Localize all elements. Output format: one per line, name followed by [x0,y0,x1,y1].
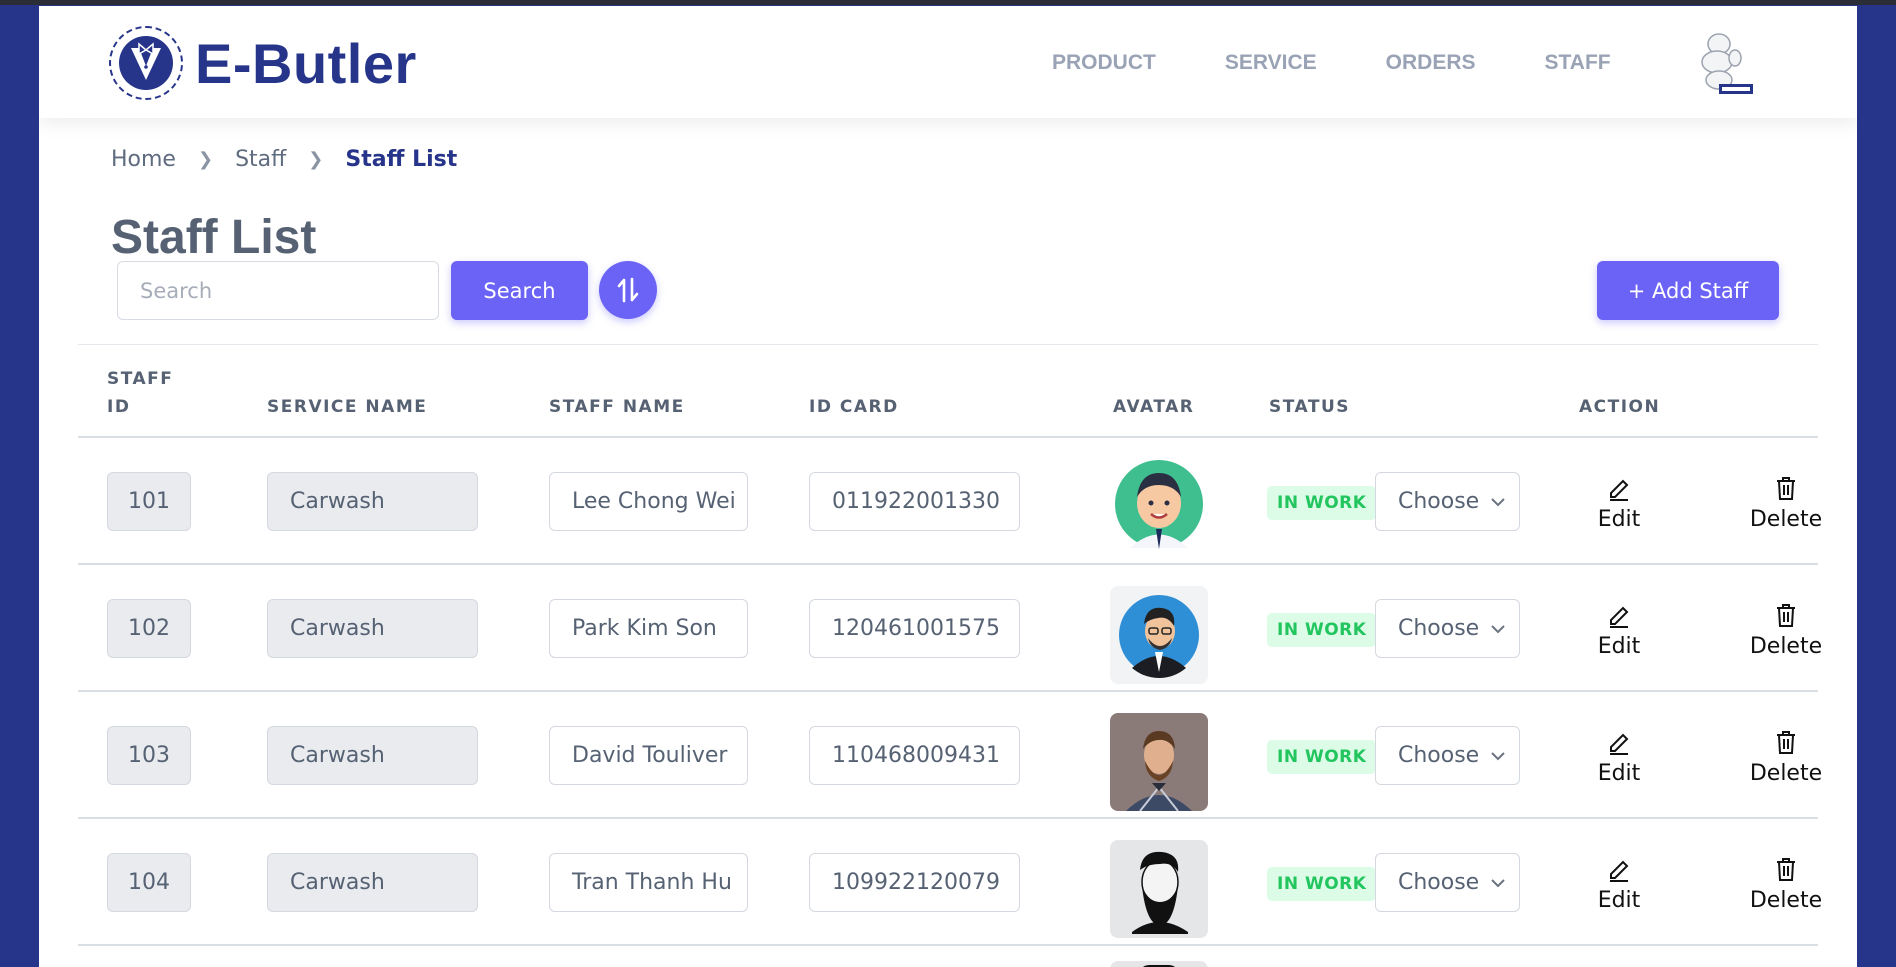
header-action: ACTION [1579,397,1661,417]
edit-label: Edit [1597,507,1641,532]
staff-name-field[interactable]: David Touliver [549,726,748,785]
nav-staff[interactable]: STAFF [1545,51,1611,75]
table-row: 102 Carwash Park Kim Son 120461001575 IN… [78,565,1822,692]
id-card-field[interactable]: 110468009431 [809,726,1020,785]
delete-button[interactable]: Delete [1733,725,1839,786]
pencil-icon [1586,598,1652,628]
status-badge: IN WORK [1267,486,1377,520]
staff-name-field[interactable]: Park Kim Son [549,599,748,658]
edit-label: Edit [1597,634,1641,659]
header-staff-id-line1: STAFF [107,369,174,389]
table-row: 104 Carwash Tran Thanh Hu 109922120079 I… [78,819,1822,946]
edit-button[interactable]: Edit [1586,725,1652,786]
staff-avatar [1110,586,1208,684]
table-row: 101 Carwash Lee Chong Wei 011922001330 I… [78,438,1822,565]
window-top-border [0,0,1896,5]
staff-name-field[interactable]: Lee Chong Wei [549,472,748,531]
breadcrumb-home[interactable]: Home [111,147,176,172]
id-card-field[interactable]: 120461001575 [809,599,1020,658]
butler-icon [109,26,183,100]
status-select[interactable]: Choose [1375,726,1520,785]
service-name-field: Carwash [267,853,478,912]
delete-button[interactable]: Delete [1733,852,1839,913]
service-name-field: Carwash [267,472,478,531]
edit-button[interactable]: Edit [1586,852,1652,913]
header-id-card: ID CARD [809,397,899,417]
edit-label: Edit [1597,761,1641,786]
staff-avatar [1110,961,1208,967]
staff-id-field: 103 [107,726,191,785]
staff-id-field: 102 [107,599,191,658]
service-name-field: Carwash [267,726,478,785]
status-select[interactable]: Choose [1375,853,1520,912]
nav-orders[interactable]: ORDERS [1386,51,1476,75]
staff-avatar [1110,459,1208,557]
sort-button[interactable] [599,261,657,319]
chevron-down-icon [1491,498,1505,507]
service-name-field: Carwash [267,599,478,658]
search-input[interactable] [117,261,439,320]
chevron-right-icon: ❯ [197,149,214,170]
logo[interactable]: E-Butler [109,26,417,100]
pencil-icon [1586,725,1652,755]
trash-icon [1733,852,1839,882]
pencil-icon [1586,852,1652,882]
status-select-value: Choose [1398,743,1480,768]
status-select[interactable]: Choose [1375,599,1520,658]
id-card-field[interactable]: 109922120079 [809,853,1020,912]
header-avatar: AVATAR [1113,397,1195,417]
staff-name-field[interactable]: Tran Thanh Hu [549,853,748,912]
page: E-Butler PRODUCT SERVICE ORDERS STAFF Ho… [39,6,1857,967]
header-status: STATUS [1269,397,1351,417]
chevron-down-icon [1491,879,1505,888]
status-select[interactable]: Choose [1375,472,1520,531]
status-select-value: Choose [1398,870,1480,895]
edit-label: Edit [1597,888,1641,913]
status-select-value: Choose [1398,616,1480,641]
status-select-value: Choose [1398,489,1480,514]
staff-id-field: 101 [107,472,191,531]
id-card-field[interactable]: 011922001330 [809,472,1020,531]
chevron-right-icon: ❯ [308,149,324,170]
trash-icon [1733,598,1839,628]
breadcrumb-current: Staff List [345,147,458,172]
header-staff-id-line2: ID [107,397,131,417]
page-title: Staff List [111,211,317,264]
chevron-down-icon [1491,625,1505,634]
table-header: STAFF ID SERVICE NAME STAFF NAME ID CARD… [78,344,1818,438]
sort-icon [617,277,639,303]
status-badge: IN WORK [1267,740,1377,774]
nav-product[interactable]: PRODUCT [1052,51,1156,75]
table-row: 103 Carwash David Touliver 110468009431 … [78,692,1822,819]
trash-icon [1733,725,1839,755]
breadcrumb-staff[interactable]: Staff [235,147,286,172]
status-badge: IN WORK [1267,613,1377,647]
delete-button[interactable]: Delete [1733,598,1839,659]
staff-avatar [1110,840,1208,938]
staff-id-field: 104 [107,853,191,912]
delete-label: Delete [1749,888,1823,913]
staff-avatar [1110,713,1208,811]
pencil-icon [1586,471,1652,501]
delete-label: Delete [1749,507,1823,532]
delete-label: Delete [1749,761,1823,786]
edit-button[interactable]: Edit [1586,471,1652,532]
status-badge: IN WORK [1267,867,1377,901]
delete-button[interactable]: Delete [1733,471,1839,532]
header-service-name: SERVICE NAME [267,397,428,417]
trash-icon [1733,471,1839,501]
header-staff-id: STAFF ID [107,365,173,421]
add-staff-button[interactable]: + Add Staff [1597,261,1779,320]
nav-service[interactable]: SERVICE [1225,51,1317,75]
user-avatar[interactable] [1689,28,1755,98]
logo-text: E-Butler [195,31,417,95]
edit-button[interactable]: Edit [1586,598,1652,659]
delete-label: Delete [1749,634,1823,659]
main-nav: PRODUCT SERVICE ORDERS STAFF [1052,51,1680,75]
header-staff-name: STAFF NAME [549,397,685,417]
search-button[interactable]: Search [451,261,588,320]
header: E-Butler PRODUCT SERVICE ORDERS STAFF [39,6,1857,118]
chevron-down-icon [1491,752,1505,761]
breadcrumb: Home ❯ Staff ❯ Staff List [111,147,457,172]
